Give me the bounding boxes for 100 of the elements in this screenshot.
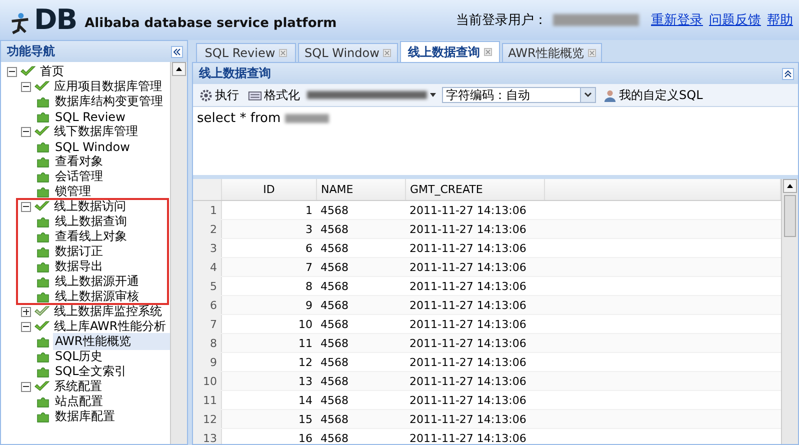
tree-item[interactable]: 数据库配置: [53, 408, 117, 425]
collapse-icon[interactable]: [7, 66, 17, 76]
user-icon: [603, 88, 617, 102]
tree-item[interactable]: 线上数据库监控系统: [52, 303, 164, 320]
tree-item[interactable]: 数据库结构变更管理: [53, 93, 165, 110]
scroll-up-icon[interactable]: [172, 62, 186, 76]
user-label: 当前登录用户：: [456, 12, 547, 29]
column-header[interactable]: ID: [222, 179, 316, 200]
table-cell: 3: [222, 220, 316, 238]
platform-subtitle: Alibaba database service platform: [84, 16, 337, 31]
row-number: 4: [193, 258, 222, 276]
tab[interactable]: 线上数据查询: [400, 41, 500, 62]
tree-item[interactable]: 线下数据库管理: [52, 123, 140, 140]
expand-icon[interactable]: [21, 306, 31, 316]
tree-item[interactable]: 查看对象: [53, 153, 105, 170]
row-number: 7: [193, 314, 222, 334]
tree-item[interactable]: 应用项目数据库管理: [52, 78, 164, 95]
run-button[interactable]: 执行: [197, 86, 241, 104]
sql-text: select * from: [197, 111, 281, 126]
table-cell: 2011-11-27 14:13:06: [406, 428, 544, 444]
row-number: 5: [193, 276, 222, 296]
format-button[interactable]: 格式化: [246, 86, 302, 104]
table-cell: 4568: [316, 220, 406, 238]
row-number: 9: [193, 352, 222, 372]
collapse-icon[interactable]: [21, 202, 31, 212]
column-header[interactable]: GMT_CREATE: [406, 179, 544, 200]
tree-item[interactable]: 线上数据源开通: [53, 273, 141, 290]
table-cell: 16: [222, 428, 316, 444]
tree-item[interactable]: SQL Window: [53, 140, 132, 154]
header-link[interactable]: 问题反馈: [709, 11, 761, 29]
tree-item[interactable]: 首页: [38, 63, 66, 80]
tab[interactable]: SQL Review: [196, 43, 296, 62]
collapse-icon[interactable]: [21, 82, 31, 92]
table-cell: 4568: [316, 296, 406, 314]
figure-logo-icon: [10, 11, 30, 35]
row-number: 12: [193, 410, 222, 428]
tree-item[interactable]: 锁管理: [53, 183, 93, 200]
header-link[interactable]: 帮助: [767, 11, 793, 29]
logo-text: DB: [34, 5, 77, 35]
table-cell: 4568: [316, 410, 406, 428]
table-cell: 2011-11-27 14:13:06: [406, 334, 544, 352]
table-cell: 11: [222, 334, 316, 352]
table-cell: 4568: [316, 428, 406, 444]
table-cell: 4568: [316, 258, 406, 276]
table-cell: 2011-11-27 14:13:06: [406, 220, 544, 238]
tab[interactable]: AWR性能概览: [502, 43, 602, 62]
scrollbar[interactable]: [781, 179, 798, 444]
row-number: 11: [193, 390, 222, 410]
collapse-icon[interactable]: [21, 126, 31, 136]
tree-item[interactable]: SQL历史: [53, 348, 105, 365]
custom-sql-button[interactable]: 我的自定义SQL: [601, 86, 705, 104]
collapse-icon[interactable]: [21, 322, 31, 332]
table-cell: 2011-11-27 14:13:06: [406, 258, 544, 276]
row-number: 10: [193, 372, 222, 390]
datasource-dropdown[interactable]: [307, 91, 437, 99]
row-number: 13: [193, 428, 222, 444]
gear-icon: [199, 88, 213, 102]
tree-item[interactable]: 线上数据源审核: [53, 288, 141, 305]
table-cell: 9: [222, 296, 316, 314]
row-number: 8: [193, 334, 222, 352]
table-header: [193, 179, 222, 200]
table-cell: 2011-11-27 14:13:06: [406, 372, 544, 390]
tree-item[interactable]: 查看线上对象: [53, 228, 129, 245]
tree-item[interactable]: SQL Review: [53, 110, 128, 124]
table-cell: 13: [222, 372, 316, 390]
dropdown-arrow-icon: [580, 88, 595, 102]
column-header[interactable]: NAME: [316, 179, 406, 200]
collapse-icon[interactable]: [21, 382, 31, 392]
table-cell: 2011-11-27 14:13:06: [406, 296, 544, 314]
table-cell: 4568: [316, 334, 406, 352]
tree-item[interactable]: 会话管理: [53, 168, 105, 185]
row-number: 1: [193, 200, 222, 220]
panel-title: 线上数据查询: [199, 65, 271, 82]
tree-item[interactable]: 数据订正: [53, 243, 105, 260]
header-link[interactable]: 重新登录: [651, 11, 703, 29]
keyboard-icon: [248, 88, 262, 102]
tree-item[interactable]: 线上数据访问: [52, 198, 128, 215]
tree-item[interactable]: 线上数据查询: [53, 213, 129, 230]
tree-item[interactable]: 线上库AWR性能分析: [52, 318, 168, 335]
row-number: 2: [193, 220, 222, 238]
caret-icon: [429, 91, 437, 99]
scroll-up-icon[interactable]: [783, 179, 797, 193]
redacted-mark: [284, 114, 329, 123]
encoding-select[interactable]: 字符编码：自动: [442, 87, 596, 103]
tab[interactable]: SQL Window: [298, 43, 398, 62]
tree-item[interactable]: SQL全文索引: [53, 363, 129, 380]
row-number: 6: [193, 296, 222, 314]
row-number: 3: [193, 238, 222, 258]
table-cell: 4568: [316, 372, 406, 390]
table-cell: 2011-11-27 14:13:06: [406, 410, 544, 428]
scrollbar[interactable]: [170, 62, 187, 444]
tree-item[interactable]: 站点配置: [53, 393, 105, 410]
table-cell: 7: [222, 258, 316, 276]
table-cell: 15: [222, 410, 316, 428]
tree-item[interactable]: 数据导出: [53, 258, 105, 275]
tree-item[interactable]: 系统配置: [52, 378, 104, 395]
collapse-up-icon[interactable]: [782, 68, 794, 80]
tree-item[interactable]: AWR性能概览: [53, 333, 170, 350]
scroll-thumb[interactable]: [784, 195, 796, 237]
collapse-left-icon[interactable]: [171, 46, 183, 58]
